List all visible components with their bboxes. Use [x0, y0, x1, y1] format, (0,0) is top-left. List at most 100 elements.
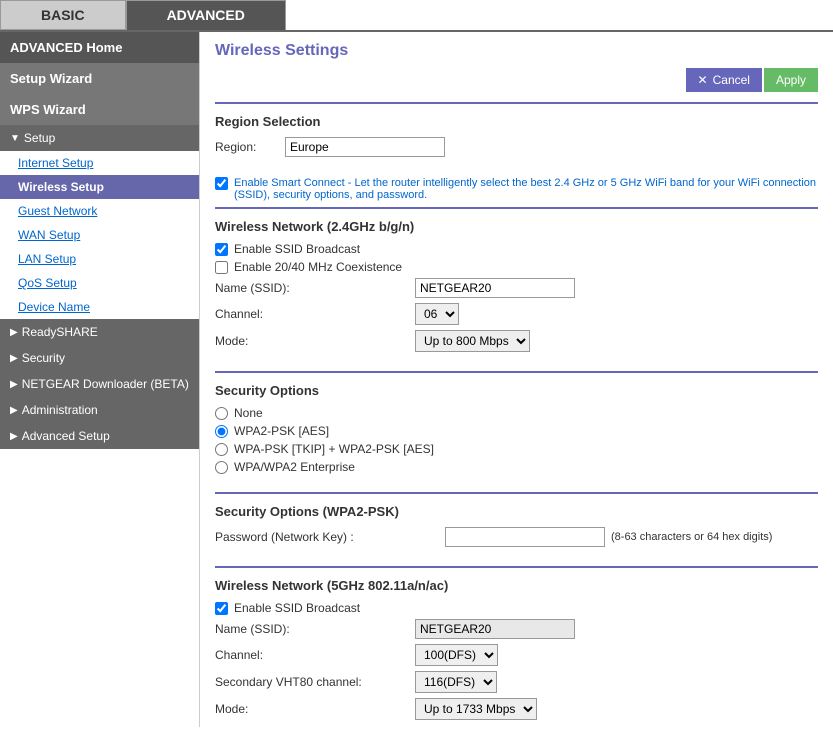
password-input[interactable] — [445, 527, 605, 547]
security-wpa-enterprise-radio[interactable] — [215, 461, 228, 474]
ssid-name-row-5g: Name (SSID): — [215, 619, 818, 639]
secondary-vht80-label: Secondary VHT80 channel: — [215, 675, 415, 689]
ssid-name-label-24: Name (SSID): — [215, 281, 415, 295]
secondary-vht80-select[interactable]: 116(DFS) 36404448 — [415, 671, 497, 693]
channel-select-5g[interactable]: 100(DFS) 36404448 149153157161 — [415, 644, 498, 666]
cancel-x-icon: ✕ — [698, 73, 708, 87]
security-wpa-enterprise-row: WPA/WPA2 Enterprise — [215, 460, 818, 474]
smart-connect-checkbox[interactable] — [215, 177, 228, 190]
region-row: Region: — [215, 137, 818, 157]
secondary-vht80-row: Secondary VHT80 channel: 116(DFS) 364044… — [215, 671, 818, 693]
mode-row-24: Mode: Up to 54 Mbps Up to 130 Mbps Up to… — [215, 330, 818, 352]
enable-2040-row: Enable 20/40 MHz Coexistence — [215, 260, 818, 274]
mode-select-5g[interactable]: Up to 54 Mbps Up to 300 Mbps Up to 1733 … — [415, 698, 537, 720]
ssid-name-input-5g[interactable] — [415, 619, 575, 639]
mode-row-5g: Mode: Up to 54 Mbps Up to 300 Mbps Up to… — [215, 698, 818, 720]
readyshare-label: ReadySHARE — [22, 325, 98, 339]
enable-ssid-row-24: Enable SSID Broadcast — [215, 242, 818, 256]
security-wpa-tkip-label: WPA-PSK [TKIP] + WPA2-PSK [AES] — [234, 442, 434, 456]
page-title: Wireless Settings — [215, 42, 818, 60]
wireless-5g-section: Wireless Network (5GHz 802.11a/n/ac) Ena… — [215, 566, 818, 727]
administration-label: Administration — [22, 403, 98, 417]
security-wpa-tkip-row: WPA-PSK [TKIP] + WPA2-PSK [AES] — [215, 442, 818, 456]
wireless-24-title: Wireless Network (2.4GHz b/g/n) — [215, 219, 818, 234]
security-options-title: Security Options — [215, 383, 818, 398]
wireless-24-section: Wireless Network (2.4GHz b/g/n) Enable S… — [215, 207, 818, 367]
sidebar-item-qos-setup[interactable]: QoS Setup — [0, 271, 199, 295]
security-label: Security — [22, 351, 65, 365]
security-wpa2-aes-row: WPA2-PSK [AES] — [215, 424, 818, 438]
netgear-downloader-label: NETGEAR Downloader (BETA) — [22, 377, 189, 391]
security-options-section: Security Options None WPA2-PSK [AES] WPA… — [215, 371, 818, 488]
sidebar-wps-wizard[interactable]: WPS Wizard — [0, 94, 199, 125]
sidebar-section-setup[interactable]: ▼ Setup — [0, 125, 199, 151]
security-wpa2-title: Security Options (WPA2-PSK) — [215, 504, 818, 519]
cancel-button[interactable]: ✕ Cancel — [686, 68, 762, 92]
advanced-setup-label: Advanced Setup — [22, 429, 110, 443]
security-arrow-icon: ▶ — [10, 353, 18, 364]
readyshare-arrow-icon: ▶ — [10, 327, 18, 338]
enable-2040-label: Enable 20/40 MHz Coexistence — [234, 260, 402, 274]
enable-ssid-label-5g: Enable SSID Broadcast — [234, 601, 360, 615]
administration-arrow-icon: ▶ — [10, 405, 18, 416]
enable-ssid-row-5g: Enable SSID Broadcast — [215, 601, 818, 615]
region-input[interactable] — [285, 137, 445, 157]
setup-arrow-icon: ▼ — [10, 133, 20, 144]
smart-connect-row: Enable Smart Connect - Let the router in… — [215, 177, 818, 201]
sidebar-item-lan-setup[interactable]: LAN Setup — [0, 247, 199, 271]
ssid-name-label-5g: Name (SSID): — [215, 622, 415, 636]
mode-label-24: Mode: — [215, 334, 415, 348]
main-layout: ADVANCED Home Setup Wizard WPS Wizard ▼ … — [0, 32, 833, 727]
action-bar: ✕ Cancel Apply — [215, 68, 818, 92]
mode-label-5g: Mode: — [215, 702, 415, 716]
security-none-row: None — [215, 406, 818, 420]
enable-2040-checkbox[interactable] — [215, 261, 228, 274]
security-none-radio[interactable] — [215, 407, 228, 420]
apply-button[interactable]: Apply — [764, 68, 818, 92]
sidebar-item-wireless-setup[interactable]: Wireless Setup — [0, 175, 199, 199]
sidebar-item-guest-network[interactable]: Guest Network — [0, 199, 199, 223]
sidebar-section-security[interactable]: ▶ Security — [0, 345, 199, 371]
channel-label-5g: Channel: — [215, 648, 415, 662]
sidebar-section-netgear-downloader[interactable]: ▶ NETGEAR Downloader (BETA) — [0, 371, 199, 397]
mode-select-24[interactable]: Up to 54 Mbps Up to 130 Mbps Up to 300 M… — [415, 330, 530, 352]
channel-select-24[interactable]: 06 01020304 05070809 1011 — [415, 303, 459, 325]
region-label: Region: — [215, 140, 285, 154]
security-wpa2-section: Security Options (WPA2-PSK) Password (Ne… — [215, 492, 818, 562]
security-wpa-enterprise-label: WPA/WPA2 Enterprise — [234, 460, 355, 474]
setup-section-label: Setup — [24, 131, 55, 145]
region-title: Region Selection — [215, 114, 818, 129]
sidebar-advanced-home[interactable]: ADVANCED Home — [0, 32, 199, 63]
channel-row-24: Channel: 06 01020304 05070809 1011 — [215, 303, 818, 325]
top-tabs: BASIC ADVANCED — [0, 0, 833, 32]
ssid-name-input-24[interactable] — [415, 278, 575, 298]
security-wpa-tkip-radio[interactable] — [215, 443, 228, 456]
security-none-label: None — [234, 406, 263, 420]
region-section: Region Selection Region: — [215, 102, 818, 173]
password-row: Password (Network Key) : (8-63 character… — [215, 527, 818, 547]
sidebar-item-internet-setup[interactable]: Internet Setup — [0, 151, 199, 175]
enable-ssid-label-24: Enable SSID Broadcast — [234, 242, 360, 256]
security-wpa2-aes-label: WPA2-PSK [AES] — [234, 424, 329, 438]
sidebar-setup-wizard[interactable]: Setup Wizard — [0, 63, 199, 94]
channel-label-24: Channel: — [215, 307, 415, 321]
main-content: Wireless Settings ✕ Cancel Apply Region … — [200, 32, 833, 727]
sidebar-item-device-name[interactable]: Device Name — [0, 295, 199, 319]
security-wpa2-aes-radio[interactable] — [215, 425, 228, 438]
advanced-setup-arrow-icon: ▶ — [10, 431, 18, 442]
enable-ssid-checkbox-5g[interactable] — [215, 602, 228, 615]
sidebar-section-advanced-setup[interactable]: ▶ Advanced Setup — [0, 423, 199, 449]
wireless-5g-title: Wireless Network (5GHz 802.11a/n/ac) — [215, 578, 818, 593]
enable-ssid-checkbox-24[interactable] — [215, 243, 228, 256]
sidebar-item-wan-setup[interactable]: WAN Setup — [0, 223, 199, 247]
channel-row-5g: Channel: 100(DFS) 36404448 149153157161 — [215, 644, 818, 666]
tab-basic[interactable]: BASIC — [0, 0, 126, 30]
ssid-name-row-24: Name (SSID): — [215, 278, 818, 298]
sidebar: ADVANCED Home Setup Wizard WPS Wizard ▼ … — [0, 32, 200, 727]
password-label: Password (Network Key) : — [215, 530, 445, 544]
password-hint: (8-63 characters or 64 hex digits) — [611, 531, 772, 543]
smart-connect-text: Enable Smart Connect - Let the router in… — [234, 177, 818, 201]
sidebar-section-administration[interactable]: ▶ Administration — [0, 397, 199, 423]
sidebar-section-readyshare[interactable]: ▶ ReadySHARE — [0, 319, 199, 345]
tab-advanced[interactable]: ADVANCED — [126, 0, 286, 30]
